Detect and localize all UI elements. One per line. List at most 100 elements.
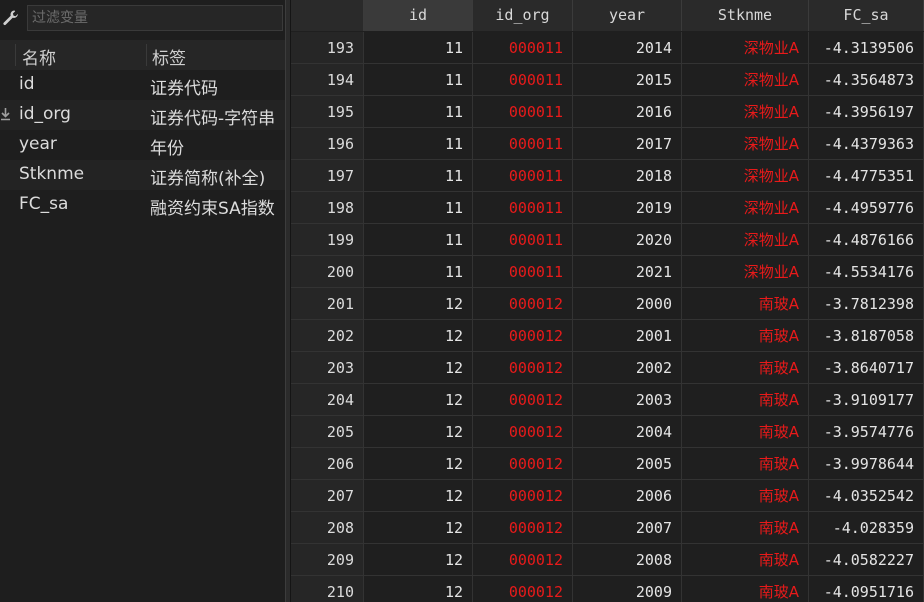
row-number[interactable]: 208 xyxy=(291,512,364,544)
column-header-name[interactable]: 名称 xyxy=(22,44,56,69)
cell-fc_sa[interactable]: -4.0582227 xyxy=(809,544,924,576)
cell-year[interactable]: 2001 xyxy=(573,320,682,352)
table-row[interactable]: 200 11 000011 2021 深物业A -4.5534176 xyxy=(291,256,924,288)
cell-stknme[interactable]: 深物业A xyxy=(682,192,809,224)
column-header-stknme[interactable]: Stknme xyxy=(682,0,809,31)
column-header-fc_sa[interactable]: FC_sa xyxy=(809,0,924,31)
cell-id[interactable]: 11 xyxy=(364,192,473,224)
row-number[interactable]: 202 xyxy=(291,320,364,352)
cell-id[interactable]: 11 xyxy=(364,160,473,192)
table-row[interactable]: 197 11 000011 2018 深物业A -4.4775351 xyxy=(291,160,924,192)
cell-year[interactable]: 2000 xyxy=(573,288,682,320)
cell-stknme[interactable]: 深物业A xyxy=(682,224,809,256)
cell-year[interactable]: 2004 xyxy=(573,416,682,448)
variable-row[interactable]: Stknme 证券简称(补全) xyxy=(0,160,285,190)
cell-fc_sa[interactable]: -4.4959776 xyxy=(809,192,924,224)
variable-row[interactable]: id 证券代码 xyxy=(0,70,285,100)
cell-id[interactable]: 12 xyxy=(364,288,473,320)
row-number[interactable]: 194 xyxy=(291,64,364,96)
cell-stknme[interactable]: 南玻A xyxy=(682,288,809,320)
cell-id_org[interactable]: 000011 xyxy=(473,256,573,288)
cell-stknme[interactable]: 深物业A xyxy=(682,128,809,160)
table-row[interactable]: 203 12 000012 2002 南玻A -3.8640717 xyxy=(291,352,924,384)
wrench-icon[interactable] xyxy=(2,9,20,27)
column-header-year[interactable]: year xyxy=(573,0,682,31)
cell-fc_sa[interactable]: -4.4775351 xyxy=(809,160,924,192)
table-row[interactable]: 208 12 000012 2007 南玻A -4.028359 xyxy=(291,512,924,544)
cell-stknme[interactable]: 南玻A xyxy=(682,544,809,576)
table-row[interactable]: 205 12 000012 2004 南玻A -3.9574776 xyxy=(291,416,924,448)
cell-year[interactable]: 2017 xyxy=(573,128,682,160)
table-row[interactable]: 198 11 000011 2019 深物业A -4.4959776 xyxy=(291,192,924,224)
row-number[interactable]: 201 xyxy=(291,288,364,320)
cell-id[interactable]: 11 xyxy=(364,64,473,96)
row-number[interactable]: 193 xyxy=(291,32,364,64)
row-number[interactable]: 197 xyxy=(291,160,364,192)
cell-fc_sa[interactable]: -4.4379363 xyxy=(809,128,924,160)
cell-year[interactable]: 2014 xyxy=(573,32,682,64)
table-row[interactable]: 204 12 000012 2003 南玻A -3.9109177 xyxy=(291,384,924,416)
cell-stknme[interactable]: 南玻A xyxy=(682,320,809,352)
cell-year[interactable]: 2021 xyxy=(573,256,682,288)
cell-fc_sa[interactable]: -3.9109177 xyxy=(809,384,924,416)
row-number[interactable]: 195 xyxy=(291,96,364,128)
row-number[interactable]: 196 xyxy=(291,128,364,160)
cell-id_org[interactable]: 000012 xyxy=(473,480,573,512)
cell-id[interactable]: 12 xyxy=(364,352,473,384)
cell-id[interactable]: 11 xyxy=(364,96,473,128)
row-number[interactable]: 200 xyxy=(291,256,364,288)
row-number[interactable]: 203 xyxy=(291,352,364,384)
cell-id[interactable]: 12 xyxy=(364,320,473,352)
cell-id_org[interactable]: 000012 xyxy=(473,320,573,352)
cell-year[interactable]: 2020 xyxy=(573,224,682,256)
filter-variables-input[interactable] xyxy=(27,5,283,31)
cell-fc_sa[interactable]: -4.3564873 xyxy=(809,64,924,96)
cell-id[interactable]: 12 xyxy=(364,480,473,512)
cell-year[interactable]: 2006 xyxy=(573,480,682,512)
cell-id_org[interactable]: 000012 xyxy=(473,544,573,576)
cell-id_org[interactable]: 000012 xyxy=(473,384,573,416)
cell-id_org[interactable]: 000012 xyxy=(473,352,573,384)
row-number[interactable]: 199 xyxy=(291,224,364,256)
table-row[interactable]: 207 12 000012 2006 南玻A -4.0352542 xyxy=(291,480,924,512)
cell-stknme[interactable]: 南玻A xyxy=(682,384,809,416)
cell-id_org[interactable]: 000011 xyxy=(473,32,573,64)
table-row[interactable]: 202 12 000012 2001 南玻A -3.8187058 xyxy=(291,320,924,352)
cell-stknme[interactable]: 深物业A xyxy=(682,256,809,288)
cell-fc_sa[interactable]: -3.7812398 xyxy=(809,288,924,320)
row-number[interactable]: 210 xyxy=(291,576,364,602)
row-number[interactable]: 204 xyxy=(291,384,364,416)
cell-stknme[interactable]: 深物业A xyxy=(682,96,809,128)
row-number[interactable]: 207 xyxy=(291,480,364,512)
cell-fc_sa[interactable]: -4.4876166 xyxy=(809,224,924,256)
cell-fc_sa[interactable]: -4.3956197 xyxy=(809,96,924,128)
cell-year[interactable]: 2002 xyxy=(573,352,682,384)
variable-row[interactable]: id_org 证券代码-字符串 xyxy=(0,100,285,130)
column-header-label[interactable]: 标签 xyxy=(152,44,186,69)
cell-stknme[interactable]: 南玻A xyxy=(682,416,809,448)
cell-id[interactable]: 11 xyxy=(364,32,473,64)
cell-stknme[interactable]: 南玻A xyxy=(682,352,809,384)
cell-year[interactable]: 2007 xyxy=(573,512,682,544)
cell-year[interactable]: 2018 xyxy=(573,160,682,192)
table-row[interactable]: 206 12 000012 2005 南玻A -3.9978644 xyxy=(291,448,924,480)
table-row[interactable]: 194 11 000011 2015 深物业A -4.3564873 xyxy=(291,64,924,96)
cell-fc_sa[interactable]: -4.0951716 xyxy=(809,576,924,602)
cell-stknme[interactable]: 深物业A xyxy=(682,160,809,192)
cell-stknme[interactable]: 深物业A xyxy=(682,32,809,64)
row-number-header[interactable] xyxy=(291,0,364,31)
cell-id_org[interactable]: 000011 xyxy=(473,224,573,256)
cell-stknme[interactable]: 南玻A xyxy=(682,512,809,544)
table-row[interactable]: 199 11 000011 2020 深物业A -4.4876166 xyxy=(291,224,924,256)
row-number[interactable]: 205 xyxy=(291,416,364,448)
cell-year[interactable]: 2015 xyxy=(573,64,682,96)
table-row[interactable]: 210 12 000012 2009 南玻A -4.0951716 xyxy=(291,576,924,602)
cell-year[interactable]: 2008 xyxy=(573,544,682,576)
cell-year[interactable]: 2016 xyxy=(573,96,682,128)
column-header-id_org[interactable]: id_org xyxy=(473,0,573,31)
cell-id_org[interactable]: 000011 xyxy=(473,64,573,96)
cell-fc_sa[interactable]: -4.3139506 xyxy=(809,32,924,64)
cell-id_org[interactable]: 000012 xyxy=(473,416,573,448)
cell-fc_sa[interactable]: -3.9574776 xyxy=(809,416,924,448)
cell-id[interactable]: 11 xyxy=(364,128,473,160)
